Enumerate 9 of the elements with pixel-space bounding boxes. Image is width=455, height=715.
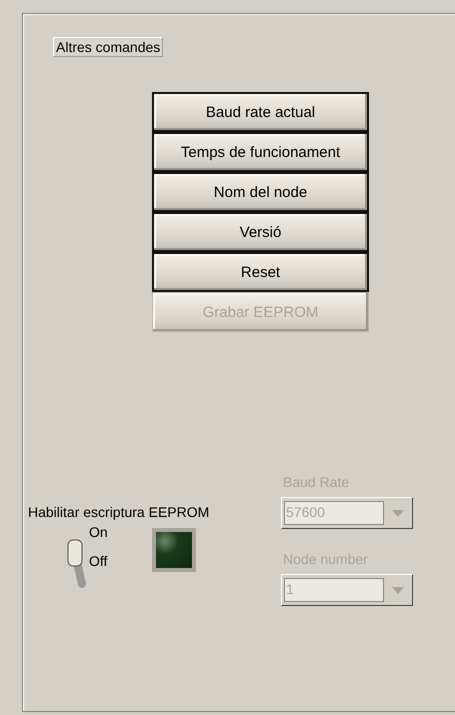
command-button[interactable]: Reset — [152, 252, 369, 292]
command-button[interactable]: Nom del node — [152, 172, 369, 212]
on-label: On — [89, 524, 108, 540]
command-button[interactable]: Temps de funcionament — [152, 132, 369, 172]
group-label: Altres comandes — [53, 37, 164, 57]
toggle-label: Habilitar escriptura EEPROM — [28, 504, 210, 520]
command-button[interactable]: Versió — [152, 212, 369, 252]
off-label: Off — [89, 553, 108, 569]
command-button[interactable]: Baud rate actual — [152, 92, 369, 132]
